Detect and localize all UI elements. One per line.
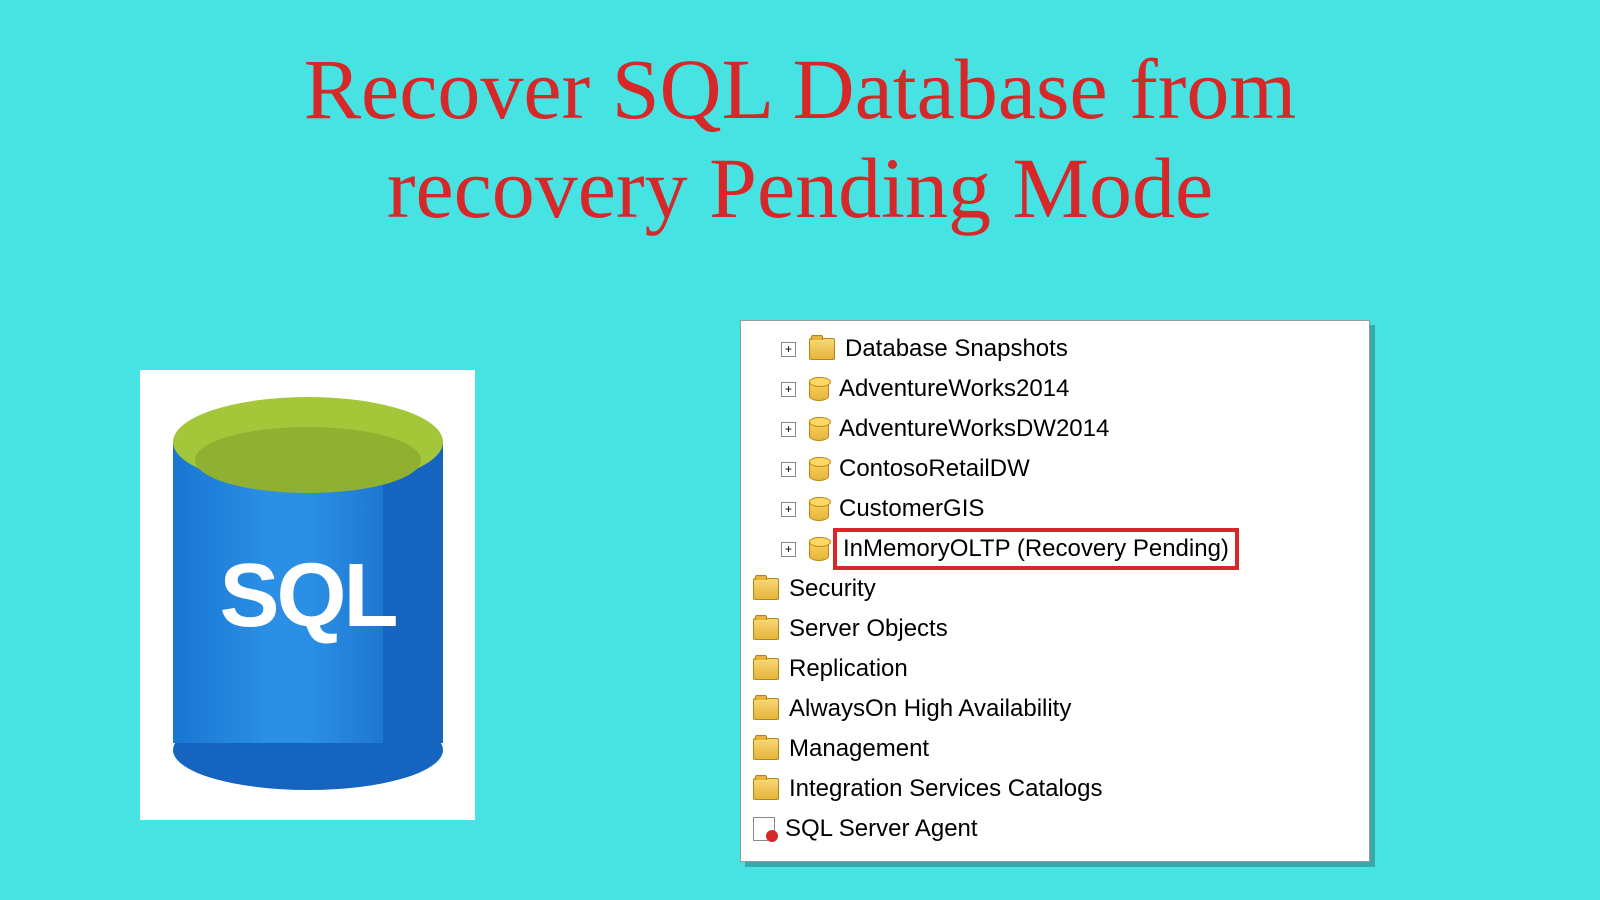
tree-item-label: Replication: [789, 655, 908, 683]
database-icon: [809, 377, 829, 401]
folder-icon: [753, 778, 779, 800]
tree-item[interactable]: Management: [753, 729, 1357, 769]
tree-item[interactable]: + InMemoryOLTP (Recovery Pending): [753, 529, 1357, 569]
tree-item-label: AlwaysOn High Availability: [789, 695, 1071, 723]
folder-icon: [753, 698, 779, 720]
tree-item-label: AdventureWorks2014: [839, 375, 1069, 403]
tree-item-label: AdventureWorksDW2014: [839, 415, 1109, 443]
tree-item[interactable]: Security: [753, 569, 1357, 609]
folder-icon: [753, 738, 779, 760]
tree-item[interactable]: + CustomerGIS: [753, 489, 1357, 529]
tree-item[interactable]: Replication: [753, 649, 1357, 689]
database-icon: [809, 497, 829, 521]
tree-item-label: Management: [789, 735, 929, 763]
tree-item[interactable]: SQL Server Agent: [753, 809, 1357, 849]
folder-icon: [753, 658, 779, 680]
folder-icon: [753, 618, 779, 640]
tree-item-label-highlighted: InMemoryOLTP (Recovery Pending): [833, 528, 1239, 570]
sql-cylinder-icon: SQL: [173, 415, 443, 775]
tree-item-label: Database Snapshots: [845, 335, 1068, 363]
expand-icon[interactable]: +: [781, 342, 796, 357]
tree-item[interactable]: + ContosoRetailDW: [753, 449, 1357, 489]
tree-item[interactable]: AlwaysOn High Availability: [753, 689, 1357, 729]
sql-logo: SQL: [140, 370, 475, 820]
tree-item[interactable]: Server Objects: [753, 609, 1357, 649]
title-line-2: recovery Pending Mode: [387, 140, 1213, 236]
database-icon: [809, 417, 829, 441]
tree-item-label: CustomerGIS: [839, 495, 984, 523]
folder-icon: [809, 338, 835, 360]
tree-item-label: Server Objects: [789, 615, 948, 643]
sql-logo-text: SQL: [173, 545, 443, 648]
tree-item[interactable]: + Database Snapshots: [753, 329, 1357, 369]
tree-item-label: SQL Server Agent: [785, 815, 978, 843]
tree-item-label: Security: [789, 575, 876, 603]
tree-item-label: ContosoRetailDW: [839, 455, 1030, 483]
object-explorer-tree: + Database Snapshots + AdventureWorks2014 + A…: [740, 320, 1370, 862]
folder-icon: [753, 578, 779, 600]
expand-icon[interactable]: +: [781, 502, 796, 517]
page-title: Recover SQL Database from recovery Pendi…: [0, 0, 1600, 238]
title-line-1: Recover SQL Database from: [304, 41, 1297, 137]
expand-icon[interactable]: +: [781, 462, 796, 477]
tree-item[interactable]: + AdventureWorks2014: [753, 369, 1357, 409]
expand-icon[interactable]: +: [781, 422, 796, 437]
tree-item[interactable]: + AdventureWorksDW2014: [753, 409, 1357, 449]
database-icon: [809, 537, 829, 561]
database-icon: [809, 457, 829, 481]
tree-item[interactable]: Integration Services Catalogs: [753, 769, 1357, 809]
expand-icon[interactable]: +: [781, 382, 796, 397]
expand-icon[interactable]: +: [781, 542, 796, 557]
sql-agent-icon: [753, 817, 775, 841]
tree-item-label: Integration Services Catalogs: [789, 775, 1103, 803]
